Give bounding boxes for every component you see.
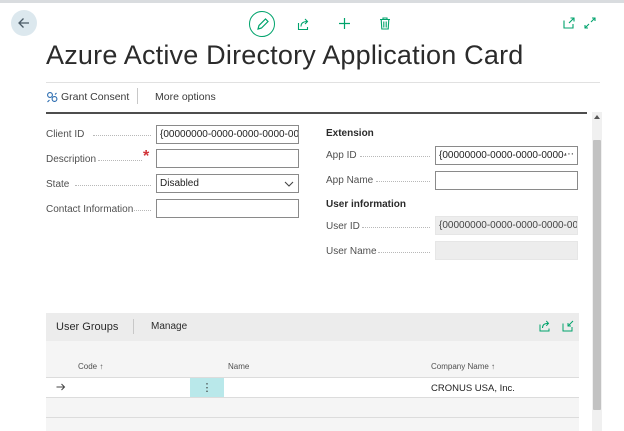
share-icon [539, 320, 550, 332]
extension-heading: Extension [326, 128, 374, 139]
expand-icon [584, 17, 596, 29]
row-divider [46, 397, 579, 398]
app-id-field[interactable]: {00000000-0000-0000-0000- [435, 146, 578, 165]
title-divider [46, 82, 600, 83]
state-value: Disabled [160, 178, 199, 189]
description-leader [98, 160, 142, 161]
action-separator [137, 88, 138, 104]
row-divider [46, 417, 579, 418]
column-header-code[interactable]: Code ↑ [78, 362, 103, 371]
scroll-up-arrow[interactable] [593, 113, 601, 121]
page-title: Azure Active Directory Application Card [46, 40, 524, 70]
chevron-down-icon [284, 181, 294, 187]
delete-button[interactable] [376, 14, 394, 32]
state-dropdown[interactable]: Disabled [156, 174, 299, 193]
share-icon [297, 18, 308, 30]
company-name-cell[interactable]: CRONUS USA, Inc. [431, 383, 515, 394]
grant-consent-label: Grant Consent [61, 91, 130, 103]
app-id-label: App ID [326, 150, 357, 161]
required-indicator: * [143, 148, 150, 165]
name-cell[interactable] [228, 378, 418, 397]
scrollbar-thumb[interactable] [593, 140, 601, 410]
arrow-left-icon [18, 18, 29, 28]
user-name-label: User Name [326, 246, 377, 257]
new-button[interactable] [335, 14, 353, 32]
expand-button[interactable] [582, 15, 598, 31]
user-information-heading: User information [326, 199, 407, 210]
client-id-label: Client ID [46, 129, 85, 140]
app-id-leader [360, 156, 430, 157]
user-groups-fullscreen-button[interactable] [561, 319, 575, 333]
app-name-leader [376, 181, 430, 182]
client-id-leader [93, 135, 151, 136]
app-id-lookup-button[interactable]: ⋯ [564, 149, 574, 160]
edit-button[interactable] [249, 11, 275, 37]
description-label: Description [46, 154, 97, 165]
general-section-divider [46, 112, 587, 114]
description-field[interactable] [156, 149, 299, 168]
app-name-label: App Name [326, 175, 374, 186]
manage-button[interactable]: Manage [151, 321, 187, 332]
user-groups-header [46, 313, 579, 341]
user-name-leader [378, 252, 430, 253]
user-id-field: {00000000-0000-0000-0000-00... [435, 216, 578, 235]
more-options-button[interactable]: More options [155, 91, 216, 103]
client-id-field[interactable]: {00000000-0000-0000-0000-000( [156, 125, 299, 144]
arrow-right-icon [56, 383, 66, 391]
column-header-company-name[interactable]: Company Name ↑ [431, 362, 495, 371]
open-in-new-window-button[interactable] [561, 15, 577, 31]
app-name-field[interactable] [435, 171, 578, 190]
contact-information-label: Contact Information [46, 204, 134, 215]
user-id-leader [362, 227, 430, 228]
share-button[interactable] [294, 15, 312, 33]
caret-up-icon [594, 115, 600, 119]
grant-consent-action[interactable]: Grant Consent [46, 90, 129, 104]
user-name-field [435, 241, 578, 260]
pencil-icon [256, 17, 269, 30]
contact-information-field[interactable] [156, 199, 299, 218]
open-in-new-window-icon [563, 17, 575, 29]
trash-icon [380, 16, 390, 30]
row-actions-button[interactable]: ⋮ [190, 378, 224, 397]
collapse-icon [562, 320, 574, 332]
user-id-label: User ID [326, 221, 360, 232]
code-cell[interactable] [70, 378, 190, 397]
top-border [0, 0, 624, 3]
user-groups-share-button[interactable] [538, 319, 552, 333]
grant-consent-icon [47, 92, 58, 103]
column-header-name[interactable]: Name [228, 362, 249, 371]
user-groups-separator [133, 319, 134, 334]
back-button[interactable] [11, 10, 37, 36]
plus-icon [338, 17, 350, 29]
state-label: State [46, 179, 70, 190]
contact-information-leader [134, 210, 151, 211]
user-groups-title[interactable]: User Groups [56, 321, 118, 333]
state-leader [75, 185, 151, 186]
